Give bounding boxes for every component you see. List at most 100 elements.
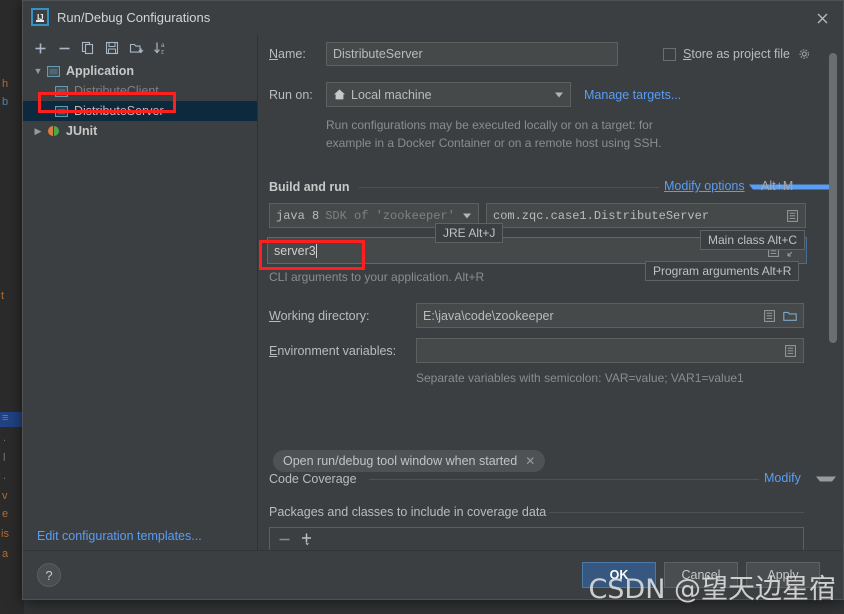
run-on-hint-line1: Run configurations may be executed local…	[326, 118, 653, 132]
store-as-project-file-row[interactable]: Store as project file	[663, 47, 811, 61]
dialog-titlebar: IJ Run/Debug Configurations	[23, 1, 843, 35]
store-as-project-file-label: Store as project file	[683, 47, 791, 61]
svg-text:a: a	[161, 43, 165, 49]
jre-chevron-down-icon	[463, 213, 471, 218]
move-into-folder-button[interactable]	[125, 37, 147, 59]
code-coverage-modify-link[interactable]: Modify	[764, 471, 801, 485]
open-tool-window-chip-label: Open run/debug tool window when started	[283, 454, 518, 468]
tooltip-jre: JRE Alt+J	[435, 223, 504, 243]
background-text-fragment: .	[3, 432, 7, 444]
run-debug-configurations-dialog: IJ Run/Debug Configurations a z ▼ Applic…	[22, 0, 844, 600]
run-on-value: Local machine	[351, 87, 432, 102]
remove-package-button[interactable]	[278, 533, 291, 549]
environment-variables-input[interactable]	[416, 338, 804, 363]
background-text-fragment: h	[2, 78, 9, 90]
configurations-panel: a z ▼ Application DistributeClient Distribu…	[23, 35, 258, 551]
intellij-logo-icon: IJ	[31, 8, 49, 26]
background-text-fragment: l	[3, 452, 6, 464]
jre-value-rest: SDK of 'zookeeper'	[325, 208, 455, 223]
program-arguments-hint: CLI arguments to your application. Alt+R	[269, 270, 485, 284]
chevron-down-icon	[555, 92, 563, 97]
main-class-input[interactable]: com.zqc.case1.DistributeServer	[486, 203, 806, 228]
chevron-right-icon[interactable]: ▶	[31, 126, 45, 137]
chevron-down-icon[interactable]: ▼	[31, 66, 45, 76]
remove-configuration-button[interactable]	[53, 37, 75, 59]
working-directory-macros-icon[interactable]	[762, 309, 776, 323]
sort-configurations-button[interactable]: a z	[149, 37, 171, 59]
background-text-fragment: t	[1, 290, 5, 302]
text-cursor	[315, 243, 317, 258]
run-on-label: Run on:	[269, 88, 313, 102]
manage-targets-link[interactable]: Manage targets...	[584, 88, 681, 102]
save-configuration-button[interactable]	[101, 37, 123, 59]
configuration-editor-panel: Name: DistributeServer Store as project …	[259, 35, 843, 551]
close-icon[interactable]	[811, 7, 833, 29]
name-label: Name:	[269, 47, 306, 61]
csdn-watermark: CSDN @望天边星宿	[588, 574, 836, 605]
tooltip-main-class: Main class Alt+C	[700, 230, 806, 250]
environment-variables-edit-icon[interactable]	[783, 344, 797, 358]
background-text-fragment: ≡	[2, 412, 9, 424]
copy-configuration-button[interactable]	[77, 37, 99, 59]
run-on-dropdown[interactable]: Local machine	[326, 82, 571, 107]
junit-icon	[45, 124, 61, 138]
home-icon	[334, 89, 345, 100]
background-text-fragment: v	[2, 490, 8, 502]
add-package-button[interactable]	[301, 532, 314, 549]
main-class-browse-icon[interactable]	[785, 209, 799, 223]
coverage-packages-title: Packages and classes to include in cover…	[269, 505, 547, 519]
edit-configuration-templates-link[interactable]: Edit configuration templates...	[37, 529, 202, 543]
store-as-project-file-checkbox[interactable]	[663, 47, 676, 61]
run-on-row: Run on:	[269, 88, 313, 102]
build-and-run-title: Build and run	[269, 180, 350, 194]
open-tool-window-chip-wrap: Open run/debug tool window when started …	[273, 450, 546, 472]
coverage-packages-toolbar	[270, 528, 803, 551]
code-coverage-title: Code Coverage	[269, 472, 357, 486]
environment-variables-label: Environment variables:	[269, 344, 397, 358]
jre-value-main: java 8	[276, 208, 320, 223]
help-button[interactable]: ?	[37, 563, 61, 587]
content-scrollbar[interactable]	[829, 53, 837, 343]
working-directory-label: Working directory:	[269, 309, 370, 323]
working-directory-input[interactable]: E:\java\code\zookeeper	[416, 303, 804, 328]
background-text-fragment: .	[3, 470, 7, 482]
screen-root: h b t ≡. l. v e is a IJ Run/Debug Configurations	[0, 0, 844, 614]
application-icon	[45, 64, 61, 78]
name-input[interactable]: DistributeServer	[326, 42, 618, 66]
program-arguments-value: server3	[274, 243, 316, 258]
application-icon	[53, 84, 69, 98]
environment-variables-hint: Separate variables with semicolon: VAR=v…	[416, 371, 744, 385]
application-icon	[53, 104, 69, 118]
background-text-fragment: b	[2, 96, 9, 108]
ide-editor-gutter	[0, 0, 24, 614]
tree-node-label: DistributeClient	[74, 84, 159, 98]
coverage-packages-list[interactable]	[269, 527, 804, 551]
gear-icon[interactable]	[797, 47, 811, 61]
working-directory-browse-folder-icon[interactable]	[783, 309, 797, 323]
background-text-fragment: a	[2, 548, 9, 560]
configurations-toolbar: a z	[23, 35, 257, 61]
working-directory-value: E:\java\code\zookeeper	[423, 308, 554, 323]
tree-node-label: DistributeServer	[74, 104, 164, 118]
tooltip-program-arguments: Program arguments Alt+R	[645, 261, 800, 281]
modify-options-shortcut: Alt+M	[761, 179, 794, 193]
code-coverage-divider	[369, 479, 759, 480]
main-class-value: com.zqc.case1.DistributeServer	[493, 208, 710, 223]
svg-text:z: z	[161, 50, 164, 55]
open-tool-window-chip[interactable]: Open run/debug tool window when started …	[273, 450, 546, 472]
coverage-packages-divider	[549, 512, 804, 513]
background-text-fragment: is	[1, 528, 9, 540]
tree-node-distributeserver[interactable]: DistributeServer	[23, 101, 257, 121]
configurations-tree[interactable]: ▼ Application DistributeClient DistributeSe…	[23, 61, 257, 521]
dialog-title: Run/Debug Configurations	[57, 10, 211, 25]
add-configuration-button[interactable]	[29, 37, 51, 59]
tree-node-junit[interactable]: ▶ JUnit	[23, 121, 257, 141]
build-and-run-divider	[359, 187, 659, 188]
tree-node-application[interactable]: ▼ Application	[23, 61, 257, 81]
tree-node-distributeclient[interactable]: DistributeClient	[23, 81, 257, 101]
tree-node-label: Application	[66, 64, 135, 78]
close-icon[interactable]: ✕	[525, 454, 535, 468]
code-coverage-chevron-down-icon[interactable]	[816, 476, 836, 482]
background-text-fragment: e	[2, 508, 9, 520]
modify-options-link[interactable]: Modify options	[664, 179, 745, 193]
